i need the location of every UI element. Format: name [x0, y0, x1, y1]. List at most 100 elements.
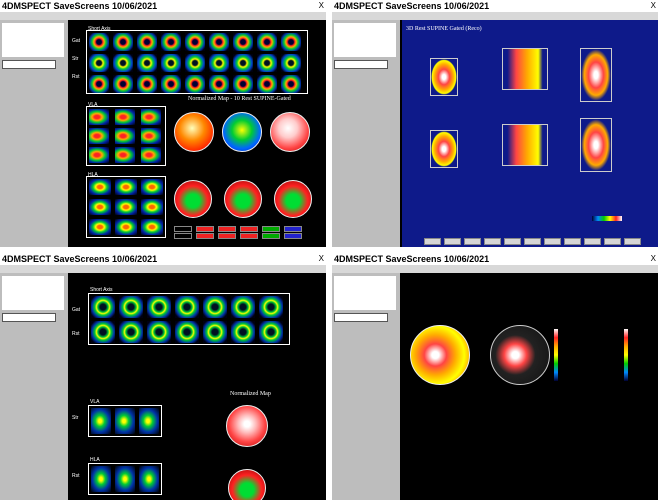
legend-chip	[218, 233, 236, 239]
slice-tile	[91, 408, 111, 434]
slice-tile	[141, 199, 163, 215]
legend-chip	[240, 226, 258, 232]
slice-tile	[203, 296, 227, 318]
toolbar-button[interactable]	[524, 238, 541, 245]
savescreens-grid: 4DMSPECT SaveScreens 10/06/2021 X Short A…	[0, 0, 660, 502]
polar-map	[222, 112, 262, 152]
toolbar-button[interactable]	[464, 238, 481, 245]
legend-chip	[284, 226, 302, 232]
row-label: Str	[72, 415, 79, 421]
close-icon[interactable]: X	[319, 0, 324, 12]
legend-chip	[174, 226, 192, 232]
polar-map	[490, 325, 550, 385]
slice-tile	[89, 147, 109, 163]
screen-4: 4DMSPECT SaveScreens 10/06/2021 X	[332, 253, 658, 500]
menu-bar	[0, 265, 326, 273]
legend-chip	[174, 233, 192, 239]
slice-tile	[137, 75, 157, 93]
3d-wireframe-view[interactable]	[580, 118, 612, 172]
viewer-pane	[402, 273, 658, 500]
title-bar: 4DMSPECT SaveScreens 10/06/2021 X	[332, 0, 658, 12]
short-axis-panel	[88, 293, 290, 345]
dataset-select[interactable]	[334, 313, 388, 322]
menu-bar	[332, 12, 658, 20]
map-title: Normalized Map - 10 Rest SUPINE-Gated	[188, 96, 291, 102]
polar-map	[270, 112, 310, 152]
slice-tile	[281, 75, 301, 93]
slice-tile	[185, 33, 205, 51]
patient-info	[2, 276, 64, 310]
row-label: Rst	[72, 331, 80, 337]
hla-panel	[88, 463, 162, 495]
toolbar-button[interactable]	[424, 238, 441, 245]
slice-tile	[113, 33, 133, 51]
legend-chip	[262, 233, 280, 239]
slice-tile	[233, 54, 253, 72]
sidebar-panel	[0, 20, 68, 247]
color-scale	[554, 329, 558, 381]
slice-tile	[115, 109, 135, 125]
vla-panel	[88, 405, 162, 437]
dataset-select[interactable]	[334, 60, 388, 69]
toolbar-button[interactable]	[504, 238, 521, 245]
hla-panel	[86, 176, 166, 238]
slice-tile	[233, 75, 253, 93]
patient-info	[2, 23, 64, 57]
slice-tile	[113, 54, 133, 72]
slice-tile	[115, 466, 135, 492]
slice-tile	[161, 54, 181, 72]
slice-tile	[119, 321, 143, 343]
dataset-select[interactable]	[2, 60, 56, 69]
slice-tile	[257, 33, 277, 51]
slice-tile	[89, 33, 109, 51]
slice-tile	[89, 179, 111, 195]
3d-viewer-pane: 3D Rest SUPINE Gated (Reco)	[402, 20, 658, 247]
slice-tile	[141, 179, 163, 195]
polar-map	[226, 405, 268, 447]
toolbar-button[interactable]	[444, 238, 461, 245]
3d-wireframe-view[interactable]	[502, 124, 548, 166]
row-label: Str	[72, 56, 79, 62]
toolbar-button[interactable]	[584, 238, 601, 245]
3d-wireframe-view[interactable]	[502, 48, 548, 90]
legend-chip	[218, 226, 236, 232]
toolbar-button[interactable]	[604, 238, 621, 245]
3d-wireframe-view[interactable]	[580, 48, 612, 102]
slice-tile	[115, 179, 137, 195]
toolbar-button[interactable]	[484, 238, 501, 245]
slice-tile	[209, 33, 229, 51]
slice-tile	[91, 321, 115, 343]
3d-wireframe-view[interactable]	[430, 130, 458, 168]
slice-tile	[89, 219, 111, 235]
color-scale	[624, 329, 628, 381]
dataset-select[interactable]	[2, 313, 56, 322]
close-icon[interactable]: X	[651, 0, 656, 12]
viewer-pane: Short Axis Gat Str Rst VLA HLA Normalize…	[70, 20, 326, 247]
vla-panel	[86, 106, 166, 166]
slice-tile	[257, 54, 277, 72]
toolbar-button[interactable]	[624, 238, 641, 245]
button-row	[402, 237, 658, 245]
slice-tile	[89, 199, 111, 215]
slice-tile	[185, 54, 205, 72]
toolbar-button[interactable]	[564, 238, 581, 245]
close-icon[interactable]: X	[651, 253, 656, 265]
slice-tile	[137, 33, 157, 51]
row-label: Gat	[72, 307, 81, 313]
close-icon[interactable]: X	[319, 253, 324, 265]
slice-tile	[141, 109, 161, 125]
toolbar-button[interactable]	[544, 238, 561, 245]
slice-tile	[139, 466, 159, 492]
screen-2: 4DMSPECT SaveScreens 10/06/2021 X 3D Rest…	[332, 0, 658, 247]
slice-tile	[231, 321, 255, 343]
viewer-pane: Short Axis Gat Rst VLA Str HLA Rst Norma…	[70, 273, 326, 500]
screen-3: 4DMSPECT SaveScreens 10/06/2021 X Short A…	[0, 253, 326, 500]
slice-tile	[259, 296, 283, 318]
patient-info	[334, 276, 396, 310]
slice-tile	[89, 75, 109, 93]
slice-tile	[137, 54, 157, 72]
window-title: 4DMSPECT SaveScreens 10/06/2021	[334, 254, 490, 264]
3d-wireframe-view[interactable]	[430, 58, 458, 96]
slice-tile	[113, 75, 133, 93]
slice-tile	[147, 321, 171, 343]
